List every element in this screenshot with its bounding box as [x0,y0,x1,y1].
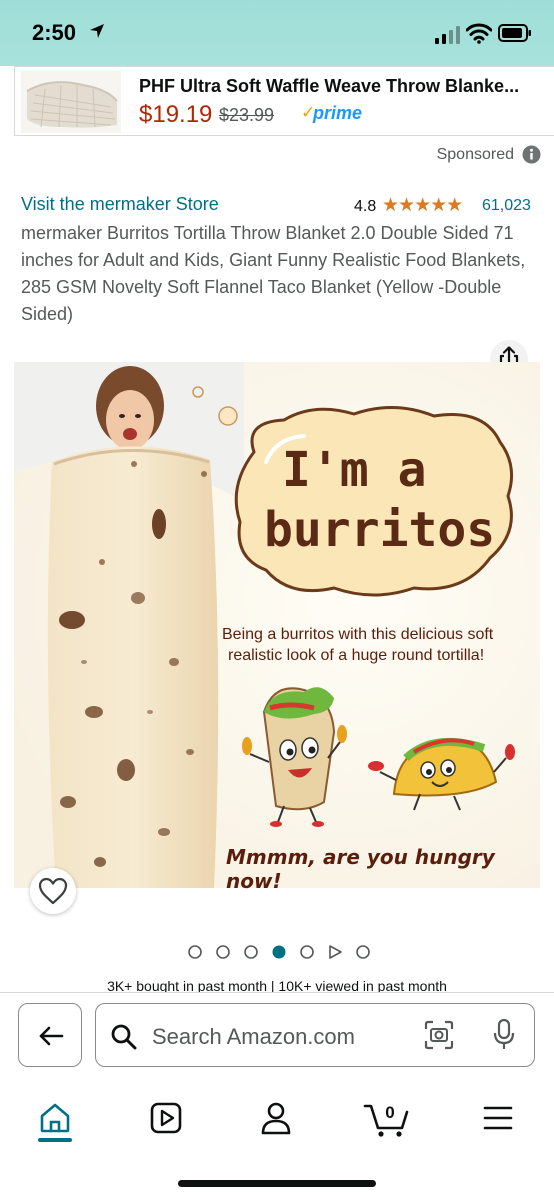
carousel-dot[interactable] [244,945,258,959]
cellular-signal-icon [435,26,460,44]
product-title: mermaker Burritos Tortilla Throw Blanket… [21,223,526,324]
sponsored-label: Sponsored [436,146,514,163]
rating-value: 4.8 [354,198,377,215]
search-placeholder: Search Amazon.com [152,1024,355,1049]
back-button[interactable] [18,1003,82,1067]
ad-old-price: $23.99 [219,105,275,125]
carousel-dot[interactable] [356,945,370,959]
image-bubble-line-1: I'm a [282,442,427,498]
carousel-dot[interactable] [216,945,230,959]
carousel-dot-active[interactable] [272,945,286,959]
search-area: Search Amazon.com [0,992,554,1076]
heart-icon [38,877,68,905]
image-hungry-text: Mmmm, are you hungry now! [226,845,495,893]
status-time: 2:50 [32,20,77,45]
wishlist-button[interactable] [30,868,76,914]
back-arrow-icon [39,1026,64,1046]
nav-active-indicator [38,1138,72,1142]
carousel-dots[interactable] [186,943,376,961]
info-icon[interactable] [522,145,541,164]
account-icon[interactable] [254,1096,298,1140]
rating-stars[interactable]: ★★★★★ [382,194,463,217]
image-caption-line-2: realistic look of a huge round tortilla! [228,647,485,664]
location-arrow-icon [90,24,104,38]
battery-icon [498,24,531,42]
microphone-icon[interactable] [492,1018,516,1052]
carousel-dot[interactable] [300,945,314,959]
bottom-nav: 0 [0,1076,554,1200]
search-icon [111,1024,137,1050]
social-proof-text: 3K+ bought in past month | 10K+ viewed i… [107,978,447,992]
product-image-art [14,362,540,888]
home-indicator [178,1180,376,1187]
cart-count: 0 [385,1103,394,1122]
status-bar: 2:50 [0,0,554,66]
sponsored-ad-banner[interactable]: PHF Ultra Soft Waffle Weave Throw Blanke… [14,66,554,136]
ad-price: $19.19 [139,101,213,128]
rating-count-link[interactable]: 61,023 [482,197,531,215]
product-image[interactable] [14,362,540,888]
visit-store-link[interactable]: Visit the mermaker Store [21,194,219,215]
carousel-dot[interactable] [188,945,202,959]
video-icon[interactable] [144,1096,188,1140]
image-bubble-line-2: burritos [264,502,496,558]
ad-product-thumbnail [21,71,121,133]
prime-label: prime [313,103,363,123]
wifi-icon [466,23,492,44]
cart-icon[interactable]: 0 [362,1096,412,1140]
camera-search-icon[interactable] [424,1020,454,1050]
carousel-video-dot[interactable] [329,945,342,959]
ad-title[interactable]: PHF Ultra Soft Waffle Weave Throw Blanke… [139,76,549,97]
image-caption-line-1: Being a burritos with this delicious sof… [222,626,494,643]
home-icon[interactable] [33,1096,77,1140]
menu-icon[interactable] [476,1096,520,1140]
search-input[interactable]: Search Amazon.com [95,1003,535,1067]
